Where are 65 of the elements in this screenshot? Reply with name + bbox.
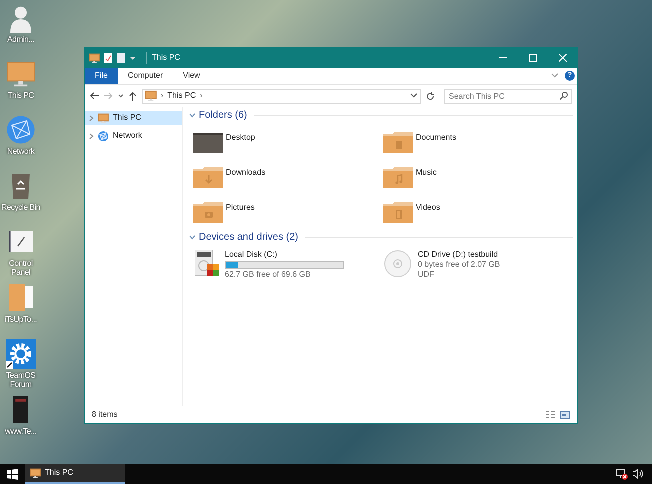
monitor-icon: [89, 52, 100, 64]
desktop-icon-label[interactable]: www.Te...: [5, 427, 37, 436]
hard-disk-icon[interactable]: [195, 250, 219, 278]
dropdown-caret-icon[interactable]: [118, 93, 124, 99]
checklist-icon[interactable]: [104, 52, 113, 64]
folder-icon[interactable]: [383, 166, 413, 188]
chevron-down-icon[interactable]: [410, 93, 418, 99]
globe-icon: [6, 115, 36, 145]
refresh-icon[interactable]: [426, 92, 435, 100]
monitor-icon: [30, 468, 41, 478]
folder-name[interactable]: Music: [416, 166, 437, 179]
folder-icon[interactable]: [383, 201, 413, 223]
group-heading[interactable]: Devices and drives (2): [199, 230, 298, 245]
folder-file-icon: [6, 283, 36, 313]
navigation-item[interactable]: Network: [85, 129, 182, 143]
taskbar-button[interactable]: This PC: [25, 464, 125, 484]
collapse-chevron-icon[interactable]: [189, 113, 196, 118]
search-field[interactable]: Search This PC: [444, 88, 572, 104]
group-heading[interactable]: Folders (6): [199, 108, 248, 123]
dropdown-caret-icon[interactable]: [130, 55, 136, 61]
drive-name[interactable]: Local Disk (C:): [225, 250, 344, 260]
folder-icon[interactable]: [193, 166, 223, 188]
start-windows-icon[interactable]: [7, 468, 18, 480]
document-icon[interactable]: [117, 52, 126, 64]
details-view-icon[interactable]: [546, 410, 555, 418]
back-arrow-icon[interactable]: [90, 92, 99, 100]
folder-name[interactable]: Pictures: [226, 201, 255, 214]
speaker-icon[interactable]: [633, 469, 644, 479]
address-bar[interactable]: › This PC ›: [142, 88, 421, 104]
folder-icon[interactable]: [383, 131, 413, 153]
navigation-label[interactable]: This PC: [113, 112, 142, 124]
maximize-icon[interactable]: [529, 54, 537, 62]
drive-space-text: 62.7 GB free of 69.6 GB: [225, 270, 312, 280]
gear-icon: [6, 339, 36, 369]
folder-name[interactable]: Videos: [416, 201, 440, 214]
globe-icon: [98, 130, 109, 142]
navigation-item[interactable]: This PC: [85, 111, 182, 125]
network-disconnected-icon[interactable]: [616, 468, 628, 480]
file-system-text: UDF: [418, 270, 436, 280]
monitor-icon: [98, 112, 109, 124]
expand-chevron-icon[interactable]: [89, 114, 94, 122]
search-icon: [560, 92, 568, 100]
drive-name[interactable]: CD Drive (D:) testbuild: [418, 250, 500, 260]
ribbon-tab[interactable]: Computer: [118, 68, 174, 84]
breadcrumb-separator: ›: [161, 90, 164, 102]
breadcrumb-item[interactable]: This PC: [168, 90, 196, 102]
window-title: This PC: [146, 52, 180, 64]
folder-name[interactable]: Documents: [416, 131, 456, 144]
expand-chevron-icon[interactable]: [89, 132, 94, 140]
folder-icon[interactable]: [193, 201, 223, 223]
up-arrow-icon[interactable]: [129, 92, 137, 100]
drive-space-text: 0 bytes free of 2.07 GB: [418, 260, 500, 270]
desktop-window-icon[interactable]: [193, 131, 223, 153]
large-icons-view-icon[interactable]: [560, 410, 570, 418]
ribbon-tab[interactable]: View: [173, 68, 210, 84]
ribbon-tab[interactable]: File: [85, 68, 118, 84]
folder-name[interactable]: Downloads: [226, 166, 266, 179]
collapse-chevron-icon[interactable]: [189, 235, 196, 240]
item-count: 8 items: [92, 408, 118, 420]
folder-name[interactable]: Desktop: [226, 131, 256, 144]
navigation-label[interactable]: Network: [113, 130, 142, 142]
breadcrumb-separator: ›: [200, 90, 203, 102]
close-icon[interactable]: [559, 54, 567, 62]
monitor-icon: [6, 59, 36, 89]
monitor-icon: [145, 90, 157, 102]
